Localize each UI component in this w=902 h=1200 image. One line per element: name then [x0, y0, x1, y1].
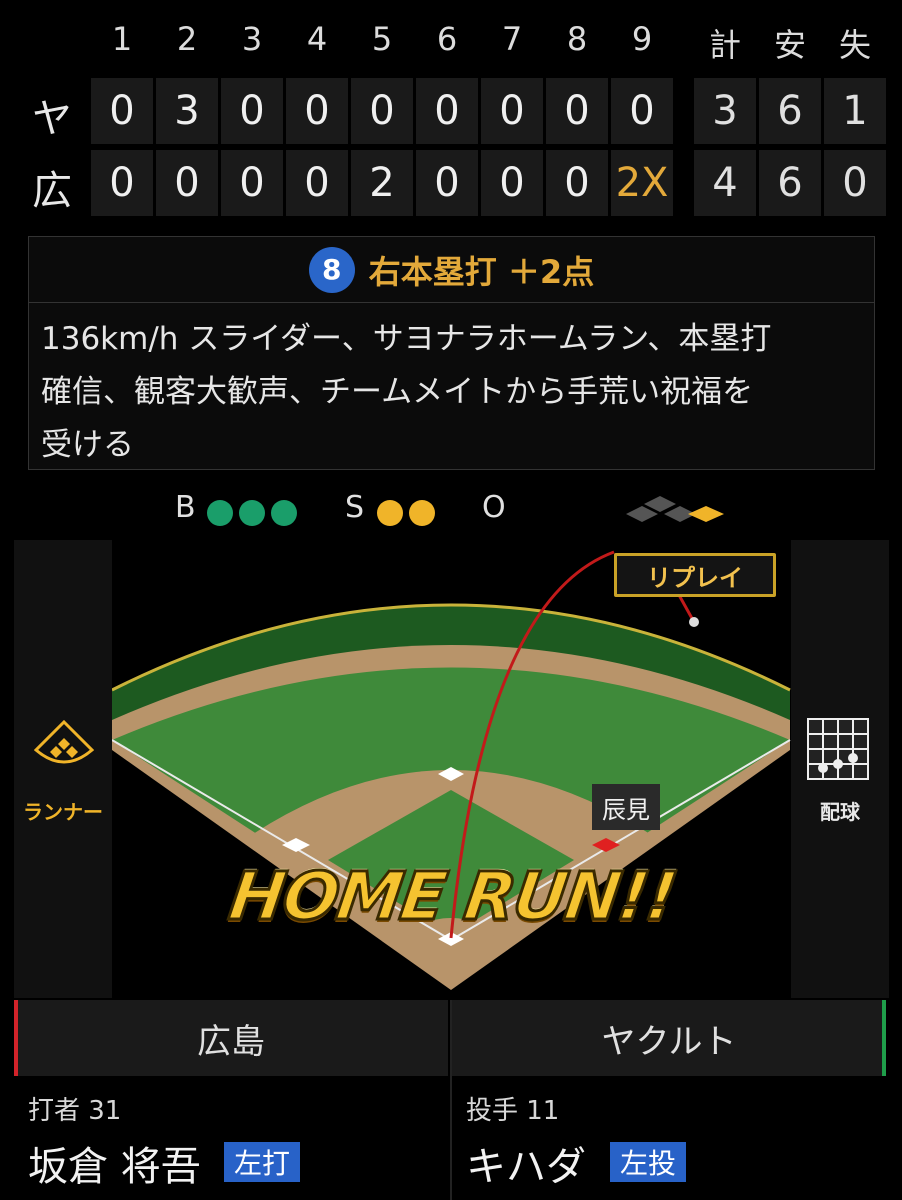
ball-dot — [271, 500, 297, 526]
play-number-badge: 8 — [308, 246, 355, 293]
totals-header-hits: 安 — [773, 26, 806, 64]
inning-header: 7 — [501, 20, 523, 58]
score-cell: 0 — [351, 78, 413, 144]
ball-dot — [239, 500, 265, 526]
score-cell: 0 — [286, 150, 348, 216]
score-cell: 0 — [416, 78, 478, 144]
away-team-color-bar — [882, 1000, 886, 1076]
ball-dot — [207, 500, 233, 526]
ball-strike-count: B S O — [0, 490, 902, 534]
inning-header: 4 — [306, 20, 328, 58]
score-cell: 0 — [481, 78, 543, 144]
score-cell: 2 — [351, 150, 413, 216]
player-matchup: 打者 31 坂倉 将吾 左打 投手 11 キハダ 左投 — [14, 1078, 886, 1200]
totals-header-runs: 計 — [708, 26, 741, 64]
pitch-grid-icon — [807, 718, 869, 780]
score-cell: 0 — [546, 78, 608, 144]
inning-header: 5 — [371, 20, 393, 58]
pitcher-hand-badge: 左投 — [610, 1142, 687, 1182]
total-cell: 6 — [759, 78, 821, 144]
score-cell: 0 — [546, 150, 608, 216]
score-cell: 0 — [91, 78, 153, 144]
runner-label: ランナー — [23, 800, 103, 824]
home-run-banner: HOME RUN!! — [223, 857, 682, 937]
inning-header: 8 — [566, 20, 588, 58]
play-text-line: 受ける — [41, 427, 134, 463]
score-cell: 0 — [286, 78, 348, 144]
score-cell: 0 — [156, 150, 218, 216]
totals-header-errors: 失 — [838, 26, 871, 64]
score-cell: 0 — [481, 150, 543, 216]
team-abbr-away: ヤ — [32, 96, 72, 142]
total-cell: 1 — [824, 78, 886, 144]
strike-label: S — [345, 490, 365, 525]
play-text: 136km/h スライダー、サヨナラホームラン、本塁打 確信、観客大歓声、チーム… — [29, 303, 874, 472]
inning-header: 2 — [176, 20, 198, 58]
batter-role: 打者 31 — [28, 1096, 122, 1126]
fielder-name-tag: 辰見 — [592, 784, 660, 830]
score-cell: 0 — [221, 150, 283, 216]
pitcher-card[interactable]: 投手 11 キハダ 左投 — [452, 1078, 886, 1200]
scoreboard: 1 2 3 4 5 6 7 8 9 計 安 失 ヤ 0 3 0 0 0 0 0 … — [0, 0, 902, 230]
batter-card[interactable]: 打者 31 坂倉 将吾 左打 — [14, 1078, 448, 1200]
pitcher-role: 投手 11 — [466, 1096, 560, 1126]
score-cell: 0 — [221, 78, 283, 144]
score-cell: 0 — [91, 150, 153, 216]
total-cell: 3 — [694, 78, 756, 144]
play-text-line: 確信、観客大歓声、チームメイトから手荒い祝福を — [41, 374, 754, 410]
out-label: O — [482, 490, 506, 525]
runner-icon — [34, 720, 94, 764]
bases-icon — [626, 496, 724, 522]
strike-dot — [377, 500, 403, 526]
pitch-chart-panel[interactable]: 配球 — [791, 540, 889, 998]
play-header: 8 右本塁打 ＋2点 — [29, 237, 874, 303]
play-title: 右本塁打 ＋2点 — [368, 252, 595, 291]
score-cell: 3 — [156, 78, 218, 144]
inning-header: 1 — [111, 20, 133, 58]
play-text-line: 136km/h スライダー、サヨナラホームラン、本塁打 — [41, 321, 772, 357]
pitcher-name: キハダ — [466, 1144, 586, 1190]
total-cell: 4 — [694, 150, 756, 216]
total-cell: 6 — [759, 150, 821, 216]
tab-away-team[interactable]: ヤクルト — [452, 1000, 886, 1076]
inning-header: 9 — [631, 20, 653, 58]
inning-header: 3 — [241, 20, 263, 58]
runner-panel[interactable]: ランナー — [14, 540, 112, 998]
score-cell-walkoff: 2X — [611, 150, 673, 216]
batter-hand-badge: 左打 — [224, 1142, 301, 1182]
tab-home-team[interactable]: 広島 — [14, 1000, 448, 1076]
strike-dot — [409, 500, 435, 526]
ball-label: B — [175, 490, 196, 525]
pitch-chart-label: 配球 — [820, 800, 860, 824]
score-cell: 0 — [416, 150, 478, 216]
play-description-card: 8 右本塁打 ＋2点 136km/h スライダー、サヨナラホームラン、本塁打 確… — [28, 236, 875, 470]
home-team-color-bar — [14, 1000, 18, 1076]
team-abbr-home: 広 — [32, 168, 72, 214]
score-cell: 0 — [611, 78, 673, 144]
total-cell: 0 — [824, 150, 886, 216]
inning-header: 6 — [436, 20, 458, 58]
replay-button[interactable]: リプレイ — [614, 553, 776, 597]
batter-name: 坂倉 将吾 — [28, 1144, 201, 1190]
